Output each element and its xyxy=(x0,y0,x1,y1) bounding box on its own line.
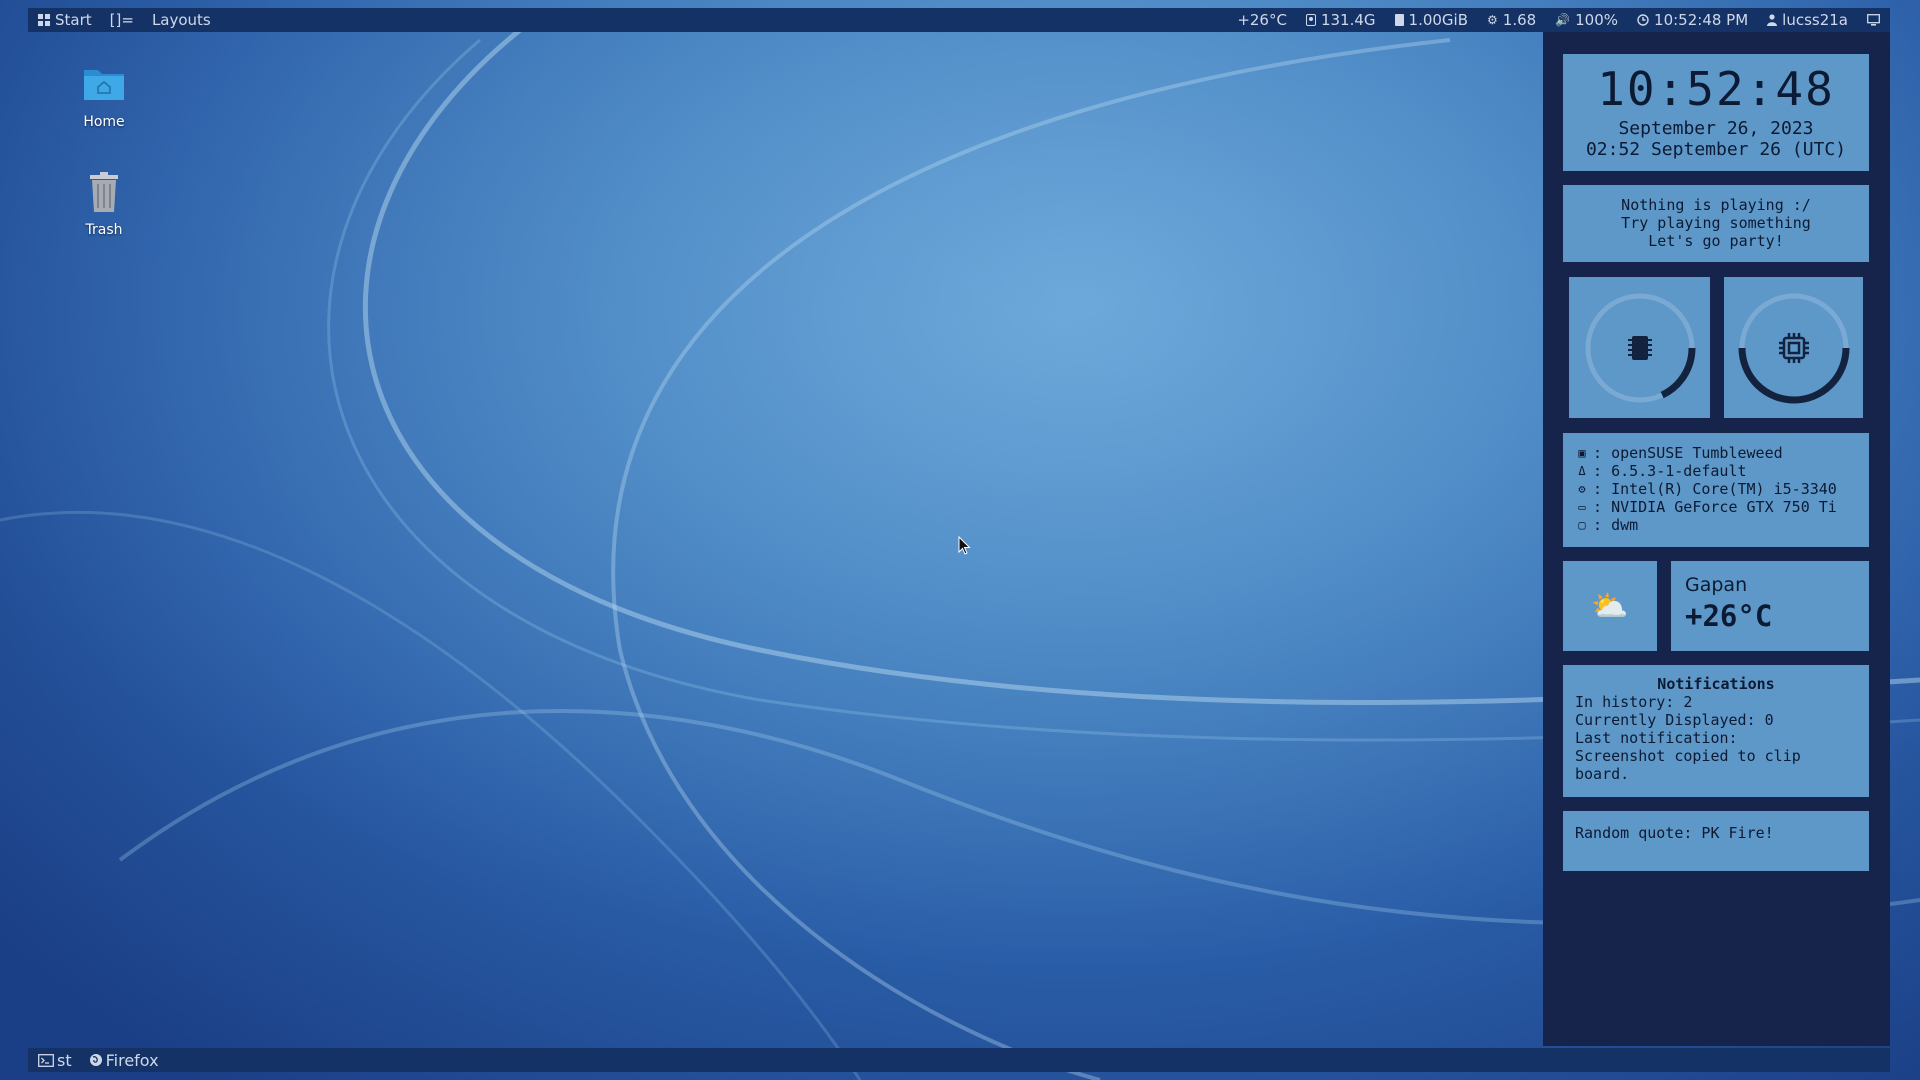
desktop-icon-home[interactable]: Home xyxy=(54,60,154,130)
distro-icon: ▣ xyxy=(1578,446,1586,460)
start-button[interactable]: Start xyxy=(38,11,92,29)
desktop-icon-trash[interactable]: Trash xyxy=(54,168,154,238)
cpu-gauge-arc xyxy=(1738,347,1850,404)
sysinfo-wm-row: ▢ : dwm xyxy=(1575,516,1869,534)
monitor-icon xyxy=(1867,14,1880,26)
disk-status: 131.4G xyxy=(1305,11,1376,29)
notifications-history: In history: 2 xyxy=(1575,693,1693,711)
window-icon: ▢ xyxy=(1578,518,1586,532)
volume-status[interactable]: 🔊 100% xyxy=(1555,11,1618,29)
sysinfo-wm: dwm xyxy=(1611,516,1639,534)
memory-icon xyxy=(1394,14,1404,26)
task-st[interactable]: st xyxy=(38,1051,72,1070)
memory-status: 1.00GiB xyxy=(1394,11,1468,29)
notifications-displayed: Currently Displayed: 0 xyxy=(1575,711,1774,729)
apps-grid-icon xyxy=(38,14,50,26)
start-label: Start xyxy=(55,11,92,29)
notifications-last-text: board. xyxy=(1575,765,1630,783)
disk-icon xyxy=(1305,14,1316,26)
notifications-last-text: Screenshot copied to clip xyxy=(1575,747,1801,765)
weather-icon-widget: ⛅ xyxy=(1563,561,1657,651)
notifications-widget: Notifications In history: 2 Currently Di… xyxy=(1563,665,1869,797)
bottom-taskbar: st Firefox xyxy=(28,1048,1890,1072)
clock-icon xyxy=(1637,14,1649,26)
sidebar-widget-panel: 10:52:48 September 26, 2023 02:52 Septem… xyxy=(1543,32,1890,1046)
sysinfo-gpu-row: ▭ : NVIDIA GeForce GTX 750 Ti xyxy=(1575,498,1869,516)
clock-status: 10:52:48 PM xyxy=(1637,11,1748,29)
terminal-icon xyxy=(38,1053,54,1067)
desktop-icon-label: Home xyxy=(83,114,125,130)
user-status: lucss21a xyxy=(1767,11,1848,29)
sysinfo-kernel-row: Δ : 6.5.3-1-default xyxy=(1575,462,1869,480)
quote-widget: Random quote: PK Fire! xyxy=(1563,811,1869,871)
sysinfo-os: openSUSE Tumbleweed xyxy=(1611,444,1783,462)
top-bar: Start []= Layouts +26°C 131.4G 1.00GiB ⚙… xyxy=(28,8,1890,32)
cpu-chip-icon xyxy=(1779,333,1809,363)
random-quote: Random quote: PK Fire! xyxy=(1575,824,1774,842)
ram-gauge-widget xyxy=(1569,277,1710,418)
speaker-icon: 🔊 xyxy=(1555,13,1571,27)
music-line: Let's go party! xyxy=(1648,232,1784,250)
notifications-title: Notifications xyxy=(1657,675,1775,693)
trash-icon xyxy=(90,172,118,212)
layouts-button[interactable]: Layouts xyxy=(152,11,211,29)
sysinfo-kernel: 6.5.3-1-default xyxy=(1611,462,1747,480)
systray-button[interactable] xyxy=(1867,14,1880,26)
memory-chip-icon xyxy=(1628,336,1652,360)
sysinfo-gpu: NVIDIA GeForce GTX 750 Ti xyxy=(1611,498,1837,516)
cpu-icon: ⚙ xyxy=(1578,482,1586,496)
clock-date: September 26, 2023 xyxy=(1618,118,1814,139)
ram-gauge-arc xyxy=(1660,347,1696,399)
desktop-icon-label: Trash xyxy=(85,222,123,238)
cpu-load-status: ⚙ 1.68 xyxy=(1487,11,1537,29)
clock-utc: 02:52 September 26 (UTC) xyxy=(1585,138,1847,160)
weather-temp: +26°C xyxy=(1685,598,1773,633)
cpu-gauge-widget xyxy=(1724,277,1863,418)
weather-city: Gapan xyxy=(1685,574,1748,596)
clock-widget: 10:52:48 September 26, 2023 02:52 Septem… xyxy=(1563,54,1869,171)
temperature-status: +26°C xyxy=(1237,11,1287,29)
clock-time: 10:52:48 xyxy=(1597,62,1835,116)
weather-widget: Gapan +26°C xyxy=(1671,561,1869,651)
cpu-gear-icon: ⚙ xyxy=(1487,13,1498,27)
music-widget: Nothing is playing :/ Try playing someth… xyxy=(1563,185,1869,262)
sysinfo-cpu-row: ⚙ : Intel(R) Core(TM) i5-3340 xyxy=(1575,480,1869,498)
task-firefox[interactable]: Firefox xyxy=(89,1051,159,1070)
layout-indicator[interactable]: []= xyxy=(110,11,134,29)
firefox-icon xyxy=(89,1054,102,1066)
system-info-widget: ▣ : openSUSE Tumbleweed Δ : 6.5.3-1-defa… xyxy=(1563,433,1869,547)
music-line: Try playing something xyxy=(1621,214,1811,232)
notifications-last-label: Last notification: xyxy=(1575,729,1738,747)
user-icon xyxy=(1767,14,1778,26)
folder-home-icon xyxy=(84,70,124,100)
sysinfo-os-row: ▣ : openSUSE Tumbleweed xyxy=(1575,444,1869,462)
music-line: Nothing is playing :/ xyxy=(1621,196,1811,214)
display-icon: ▭ xyxy=(1578,500,1586,514)
sysinfo-cpu: Intel(R) Core(TM) i5-3340 xyxy=(1611,480,1837,498)
partly-cloudy-icon: ⛅ xyxy=(1591,588,1629,624)
mouse-pointer-icon xyxy=(958,536,971,555)
linux-kernel-icon: Δ xyxy=(1578,464,1586,478)
